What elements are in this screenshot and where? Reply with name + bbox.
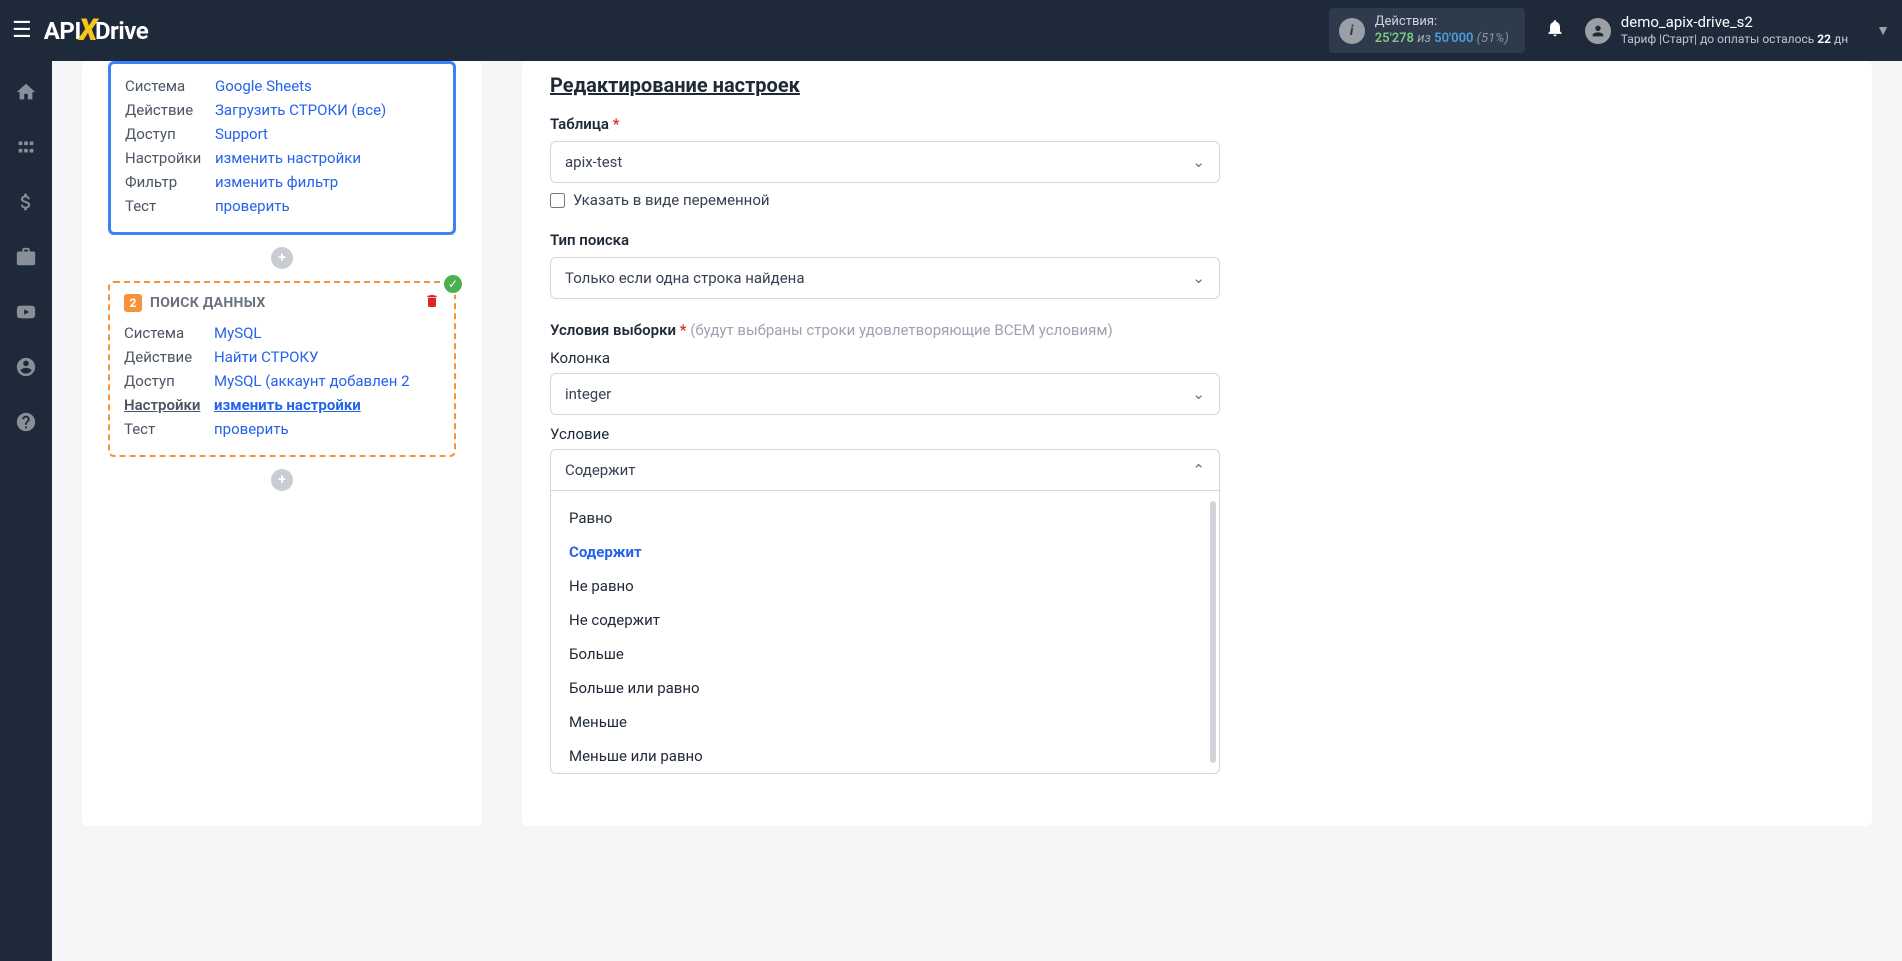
- home-icon[interactable]: [15, 81, 37, 108]
- step1-act-val[interactable]: Загрузить СТРОКИ (все): [215, 98, 386, 122]
- option-equals[interactable]: Равно: [551, 501, 1219, 535]
- step1-set-key: Настройки: [125, 146, 215, 170]
- step2-act-val[interactable]: Найти СТРОКУ: [214, 345, 318, 369]
- step2-tst-key: Тест: [124, 417, 214, 441]
- username: demo_apix-drive_s2: [1621, 13, 1848, 33]
- step2-tst-val[interactable]: проверить: [214, 417, 289, 441]
- table-label: Таблица *: [550, 115, 1844, 133]
- logo-text-2: Drive: [95, 17, 148, 45]
- chevron-down-icon: ⌄: [1192, 385, 1205, 403]
- chevron-down-icon: ▼: [1876, 22, 1890, 39]
- step2-set-key: Настройки: [124, 393, 214, 417]
- step2-set-val[interactable]: изменить настройки: [214, 393, 361, 417]
- step1-sys-key: Система: [125, 74, 215, 98]
- sidebar: [0, 61, 52, 961]
- scrollbar[interactable]: [1210, 501, 1216, 763]
- actions-sep: из: [1417, 31, 1431, 46]
- connections-icon[interactable]: [15, 136, 37, 163]
- step1-acc-val[interactable]: Support: [215, 122, 268, 146]
- step2-act-key: Действие: [124, 345, 214, 369]
- option-greater-eq[interactable]: Больше или равно: [551, 671, 1219, 705]
- step1-fil-key: Фильтр: [125, 170, 215, 194]
- step-number: 2: [124, 294, 142, 312]
- youtube-icon[interactable]: [15, 301, 37, 328]
- condition-select[interactable]: Содержит ⌃: [550, 449, 1220, 491]
- actions-pct: (51%): [1477, 31, 1509, 46]
- help-icon[interactable]: [15, 411, 37, 438]
- table-select[interactable]: apix-test ⌄: [550, 141, 1220, 183]
- add-step-button[interactable]: +: [271, 247, 293, 269]
- chevron-down-icon: ⌄: [1192, 269, 1205, 287]
- step2-sys-key: Система: [124, 321, 214, 345]
- variable-checkbox[interactable]: [550, 193, 565, 208]
- chevron-up-icon: ⌃: [1192, 461, 1205, 479]
- option-not-equals[interactable]: Не равно: [551, 569, 1219, 603]
- condition-dropdown: Равно Содержит Не равно Не содержит Боль…: [550, 491, 1220, 774]
- condition-label: Условие: [550, 425, 1844, 443]
- step1-acc-key: Доступ: [125, 122, 215, 146]
- conditions-label: Условия выборки * (будут выбраны строки …: [550, 321, 1844, 339]
- logo-text-1: API: [44, 17, 81, 45]
- step1-fil-val[interactable]: изменить фильтр: [215, 170, 338, 194]
- step-card-2[interactable]: ✓ 2 ПОИСК ДАННЫХ СистемаMySQL ДействиеНа…: [108, 281, 456, 457]
- step2-acc-key: Доступ: [124, 369, 214, 393]
- user-icon[interactable]: [15, 356, 37, 383]
- column-label: Колонка: [550, 349, 1844, 367]
- form-panel: Редактирование настроек Таблица * apix-t…: [522, 61, 1872, 826]
- steps-panel: СистемаGoogle Sheets ДействиеЗагрузить С…: [82, 61, 482, 826]
- step1-set-val[interactable]: изменить настройки: [215, 146, 361, 170]
- option-greater[interactable]: Больше: [551, 637, 1219, 671]
- check-icon: ✓: [442, 273, 464, 295]
- step1-tst-key: Тест: [125, 194, 215, 218]
- header: ☰ APIXDrive i Действия: 25'278 из 50'000…: [0, 0, 1902, 61]
- bell-icon[interactable]: [1545, 18, 1565, 43]
- variable-checkbox-label: Указать в виде переменной: [573, 191, 770, 209]
- actions-badge[interactable]: i Действия: 25'278 из 50'000 (51%): [1329, 8, 1525, 54]
- search-type-label: Тип поиска: [550, 231, 1844, 249]
- menu-icon[interactable]: ☰: [12, 18, 32, 43]
- option-not-contains[interactable]: Не содержит: [551, 603, 1219, 637]
- user-menu[interactable]: demo_apix-drive_s2 Тариф |Старт| до опла…: [1585, 13, 1890, 48]
- avatar-icon: [1585, 18, 1611, 44]
- chevron-down-icon: ⌄: [1192, 153, 1205, 171]
- step1-tst-val[interactable]: проверить: [215, 194, 290, 218]
- actions-count: 25'278: [1375, 31, 1414, 46]
- step2-acc-val[interactable]: MySQL (аккаунт добавлен 2: [214, 369, 410, 393]
- add-step-button-2[interactable]: +: [271, 469, 293, 491]
- column-select[interactable]: integer ⌄: [550, 373, 1220, 415]
- briefcase-icon[interactable]: [15, 246, 37, 273]
- step2-sys-val[interactable]: MySQL: [214, 321, 262, 345]
- search-type-select[interactable]: Только если одна строка найдена ⌄: [550, 257, 1220, 299]
- info-icon: i: [1339, 18, 1365, 44]
- step-card-1[interactable]: СистемаGoogle Sheets ДействиеЗагрузить С…: [108, 61, 456, 235]
- tariff-info: Тариф |Старт| до оплаты осталось 22 дн: [1621, 32, 1848, 48]
- option-less[interactable]: Меньше: [551, 705, 1219, 739]
- page-title: Редактирование настроек: [550, 73, 1844, 97]
- actions-total: 50'000: [1434, 31, 1473, 46]
- option-contains[interactable]: Содержит: [551, 535, 1219, 569]
- step-title: ПОИСК ДАННЫХ: [150, 295, 266, 311]
- trash-icon[interactable]: [424, 293, 440, 313]
- actions-label: Действия:: [1375, 14, 1509, 31]
- dollar-icon[interactable]: [15, 191, 37, 218]
- step1-act-key: Действие: [125, 98, 215, 122]
- step1-sys-val[interactable]: Google Sheets: [215, 74, 312, 98]
- logo[interactable]: APIXDrive: [44, 13, 148, 48]
- option-less-eq[interactable]: Меньше или равно: [551, 739, 1219, 773]
